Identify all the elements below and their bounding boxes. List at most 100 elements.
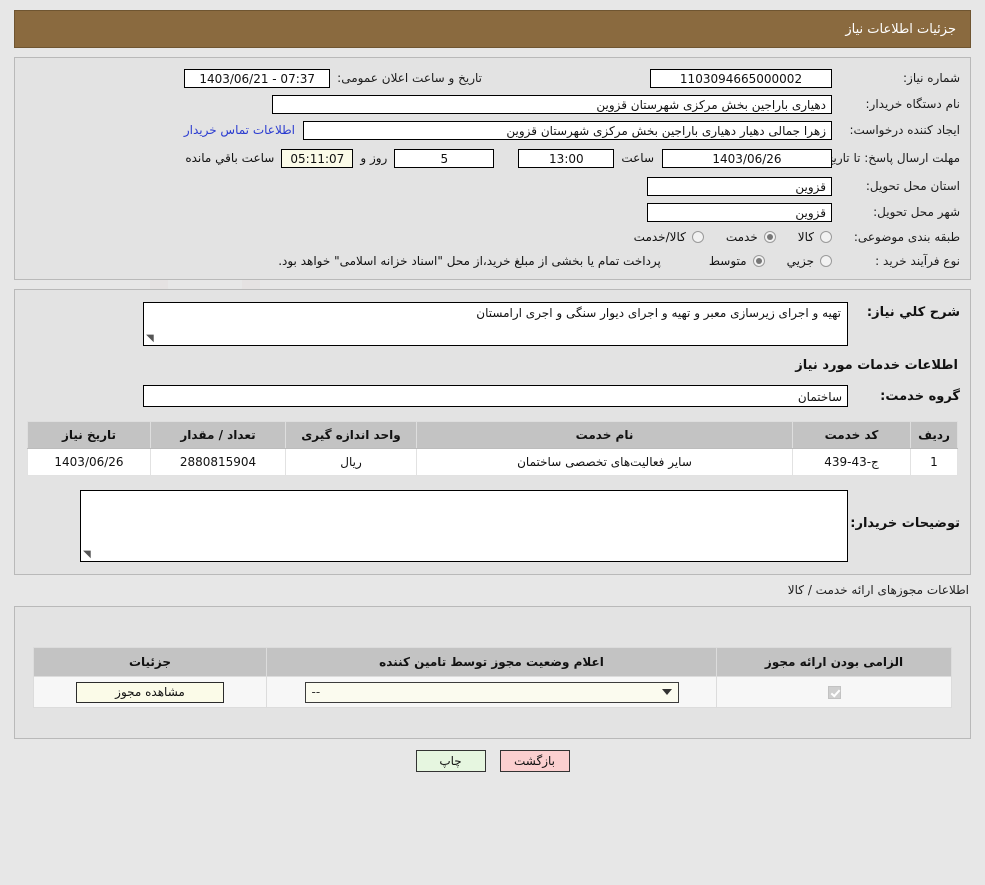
licenses-section-note: اطلاعات مجوزهای ارائه خدمت / کالا <box>787 583 969 597</box>
page-root: جزئیات اطلاعات نیاز شماره نیاز: 11030946… <box>0 10 985 772</box>
time-label: ساعت <box>621 151 654 165</box>
row-creator: ایجاد کننده درخواست: زهرا جمالی دهیار ده… <box>15 117 970 143</box>
row-process: نوع فرآیند خرید : جزیي متوسط پرداخت تمام… <box>15 249 970 273</box>
services-section-title: اطلاعات خدمات مورد نیاز <box>795 358 958 373</box>
cell-license-required <box>716 676 952 708</box>
process-option-motavaset-label: متوسط <box>708 254 747 268</box>
chevron-down-icon <box>661 689 672 695</box>
row-service-group: گروه خدمت: ساختمان <box>15 373 970 407</box>
radio-khedmat-icon[interactable] <box>763 231 776 243</box>
col-row: ردیف <box>910 421 958 449</box>
buyer-org-label: نام دستگاه خریدار: <box>865 97 961 111</box>
row-need-number: شماره نیاز: 1103094665000002 تاریخ و ساع… <box>15 65 970 91</box>
col-license-required: الزامی بودن ارائه مجوز <box>716 647 952 677</box>
licenses-panel: الزامی بودن ارائه مجوز اعلام وضعیت مجوز … <box>14 606 971 739</box>
category-option-kala[interactable]: کالا <box>798 230 832 244</box>
footer-actions: بازگشت چاپ <box>0 750 985 772</box>
category-option-kala-khedmat[interactable]: کالا/خدمت <box>634 230 704 244</box>
category-option-khedmat[interactable]: خدمت <box>726 230 776 244</box>
general-desc-value: تهیه و اجرای زیرسازی معبر و تهیه و اجرای… <box>476 306 841 320</box>
row-buyer-org: نام دستگاه خریدار: دهیاری باراجین بخش مر… <box>15 91 970 117</box>
announce-value: 1403/06/21 - 07:37 <box>184 68 331 88</box>
license-required-checkbox <box>827 686 841 699</box>
general-desc-input[interactable]: تهیه و اجرای زیرسازی معبر و تهیه و اجرای… <box>143 302 848 346</box>
view-license-button[interactable]: مشاهده مجوز <box>76 681 224 703</box>
process-option-jozi[interactable]: جزیي <box>787 254 832 268</box>
cell-row: 1 <box>910 448 958 476</box>
row-buyer-notes: توضیحات خریدار: ◤ <box>15 476 970 562</box>
cell-unit: ریال <box>285 448 417 476</box>
category-option-khedmat-label: خدمت <box>725 230 758 244</box>
row-services-title: اطلاعات خدمات مورد نیاز <box>15 346 970 373</box>
page-title: جزئیات اطلاعات نیاز <box>14 10 971 48</box>
col-date: تاریخ نیاز <box>27 421 151 449</box>
radio-jozi-icon[interactable] <box>820 255 832 267</box>
deadline-time: 13:00 <box>518 148 615 168</box>
licenses-table: الزامی بودن ارائه مجوز اعلام وضعیت مجوز … <box>33 647 952 708</box>
row-general-desc: شرح کلي نیاز: تهیه و اجرای زیرسازی معبر … <box>15 300 970 346</box>
cell-name: سایر فعالیت‌های تخصصی ساختمان <box>416 448 793 476</box>
page-title-text: جزئیات اطلاعات نیاز <box>845 21 956 37</box>
countdown-label: ساعت باقي مانده <box>185 151 275 165</box>
radio-kala-icon[interactable] <box>820 231 832 243</box>
col-qty: تعداد / مقدار <box>150 421 286 449</box>
row-city: شهر محل تحویل: قزوین <box>15 199 970 225</box>
province-label: استان محل تحویل: <box>865 179 960 193</box>
licenses-table-header-row: الزامی بودن ارائه مجوز اعلام وضعیت مجوز … <box>33 647 952 677</box>
buyer-notes-label: توضیحات خریدار: <box>850 516 960 531</box>
cell-qty: 2880815904 <box>150 448 286 476</box>
days-remaining-label: روز و <box>360 151 388 165</box>
print-button[interactable]: چاپ <box>415 750 486 772</box>
need-number-label: شماره نیاز: <box>903 71 960 85</box>
radio-motavaset-icon[interactable] <box>752 255 765 267</box>
province-value: قزوین <box>647 176 832 196</box>
cell-license-status: -- <box>266 676 717 708</box>
general-desc-label: شرح کلي نیاز: <box>866 305 960 320</box>
cell-code: ج-43-439 <box>792 448 911 476</box>
service-group-value: ساختمان <box>143 385 848 407</box>
buyer-contact-link[interactable]: اطلاعات تماس خریدار <box>184 123 295 137</box>
col-unit: واحد اندازه گیری <box>285 421 417 449</box>
cell-date: 1403/06/26 <box>27 448 151 476</box>
buyer-notes-input[interactable]: ◤ <box>80 490 848 562</box>
services-table: ردیف کد خدمت نام خدمت واحد اندازه گیری ت… <box>27 421 958 476</box>
licenses-table-wrap: الزامی بودن ارائه مجوز اعلام وضعیت مجوز … <box>15 647 970 708</box>
back-button[interactable]: بازگشت <box>499 750 570 772</box>
cell-license-detail: مشاهده مجوز <box>33 676 267 708</box>
need-info-panel: شماره نیاز: 1103094665000002 تاریخ و ساع… <box>14 57 971 280</box>
services-table-header-row: ردیف کد خدمت نام خدمت واحد اندازه گیری ت… <box>27 421 958 449</box>
process-option-motavaset[interactable]: متوسط <box>709 254 765 268</box>
service-group-label: گروه خدمت: <box>880 388 960 404</box>
resize-grip-icon[interactable]: ◤ <box>83 549 93 560</box>
city-label: شهر محل تحویل: <box>873 205 960 219</box>
deadline-label: مهلت ارسال پاسخ: تا تاریخ: <box>821 150 960 165</box>
category-option-kala-label: کالا <box>797 230 814 244</box>
col-license-detail: جزئیات <box>33 647 267 677</box>
col-code: کد خدمت <box>792 421 911 449</box>
row-deadline: مهلت ارسال پاسخ: تا تاریخ: 1403/06/26 سا… <box>15 143 970 173</box>
row-province: استان محل تحویل: قزوین <box>15 173 970 199</box>
row-category: طبقه بندی موضوعی: کالا خدمت کالا/خدمت <box>15 225 970 249</box>
radio-kala-khedmat-icon[interactable] <box>691 231 704 243</box>
col-license-status: اعلام وضعیت مجوز توسط تامین کننده <box>266 647 717 677</box>
services-table-wrap: ردیف کد خدمت نام خدمت واحد اندازه گیری ت… <box>15 407 970 476</box>
countdown-value: 05:11:07 <box>281 148 354 168</box>
process-label: نوع فرآیند خرید : <box>875 254 960 268</box>
license-status-select[interactable]: -- <box>304 681 679 703</box>
license-status-value: -- <box>311 685 321 699</box>
category-label: طبقه بندی موضوعی: <box>853 230 960 244</box>
creator-label: ایجاد کننده درخواست: <box>849 123 960 137</box>
announce-label: تاریخ و ساعت اعلان عمومی: <box>337 71 482 85</box>
resize-grip-icon[interactable]: ◤ <box>146 333 156 344</box>
process-note: پرداخت تمام یا بخشی از مبلغ خرید،از محل … <box>278 254 661 268</box>
table-row: 1 ج-43-439 سایر فعالیت‌های تخصصی ساختمان… <box>27 448 958 476</box>
city-value: قزوین <box>647 202 832 222</box>
category-option-kala-khedmat-label: کالا/خدمت <box>633 230 686 244</box>
days-remaining-value: 5 <box>394 148 495 168</box>
services-panel: شرح کلي نیاز: تهیه و اجرای زیرسازی معبر … <box>14 289 971 575</box>
need-number-value: 1103094665000002 <box>650 68 832 88</box>
table-row: -- مشاهده مجوز <box>33 676 952 708</box>
process-option-jozi-label: جزیي <box>786 254 814 268</box>
col-name: نام خدمت <box>416 421 793 449</box>
licenses-section-note-wrap: اطلاعات مجوزهای ارائه خدمت / کالا <box>14 583 969 597</box>
